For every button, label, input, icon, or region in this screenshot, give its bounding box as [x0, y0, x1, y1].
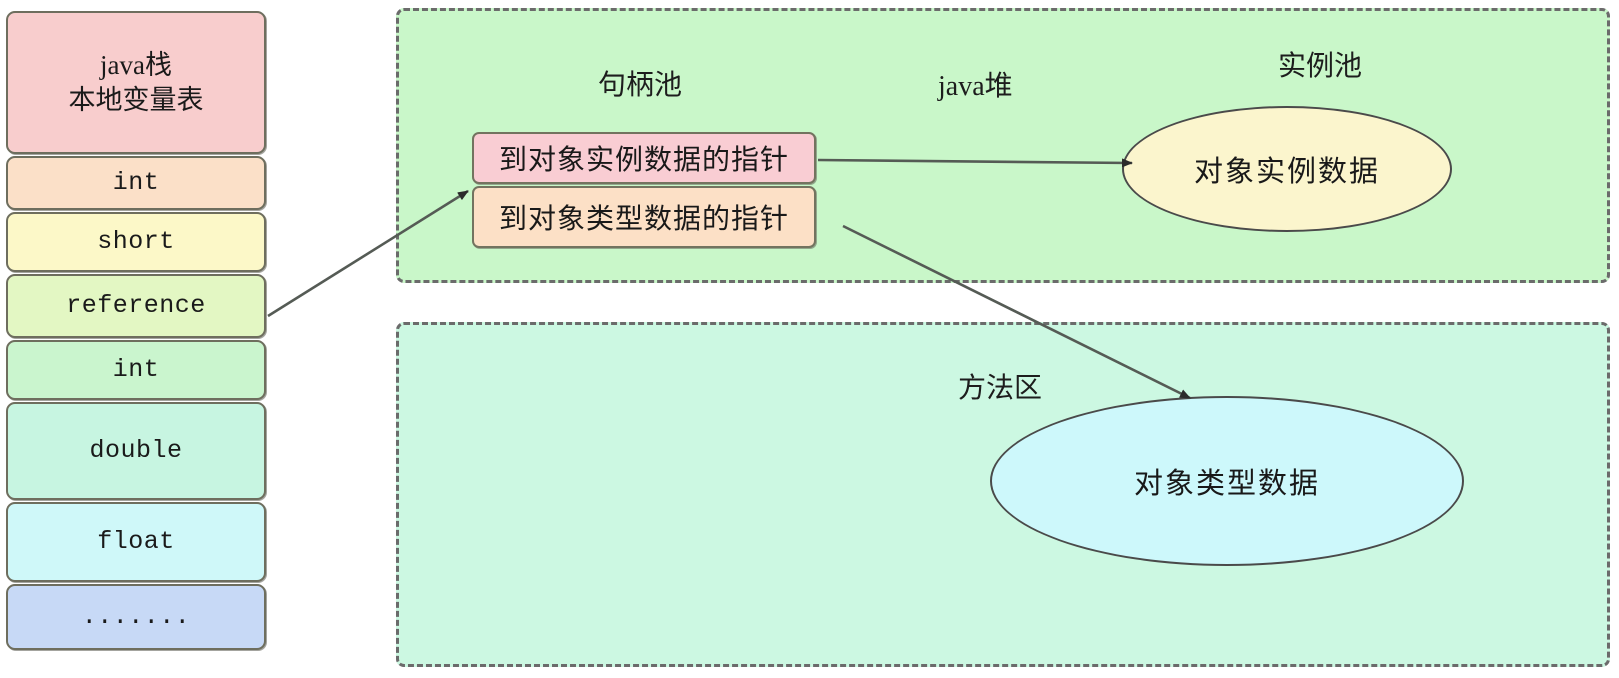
handle-pool-label: 句柄池: [598, 70, 683, 101]
object-type-data-label: 对象类型数据: [1133, 468, 1320, 500]
stack-slot-label-2: short: [97, 226, 175, 258]
stack-slot-line2-0: 本地变量表: [68, 84, 204, 115]
stack-slot-label-1: int: [113, 167, 160, 199]
handle-instance-pointer-label: 到对象实例数据的指针: [498, 145, 789, 176]
stack-slot-7[interactable]: .......: [6, 584, 266, 650]
stack-slot-line1-5: double: [89, 436, 183, 465]
stack-slot-label-0: java栈本地变量表: [69, 48, 204, 117]
handle-type-pointer-box[interactable]: 到对象类型数据的指针: [472, 186, 816, 248]
instance-pool-label: 实例池: [1278, 51, 1363, 82]
stack-slot-1[interactable]: int: [6, 156, 266, 210]
java-stack-column: java栈本地变量表 int short reference int double floa…: [6, 11, 266, 652]
stack-slot-0[interactable]: java栈本地变量表: [6, 11, 266, 154]
stack-slot-line1-3: reference: [66, 291, 206, 320]
diagram-canvas: java栈本地变量表 int short reference int double floa…: [0, 0, 1619, 678]
stack-slot-6[interactable]: float: [6, 502, 266, 582]
method-area-label: 方法区: [958, 373, 1043, 404]
stack-slot-label-4: int: [113, 354, 160, 386]
stack-slot-5[interactable]: double: [6, 402, 266, 500]
stack-slot-line1-6: float: [97, 527, 175, 556]
object-instance-data-label: 对象实例数据: [1193, 156, 1380, 188]
stack-slot-3[interactable]: reference: [6, 274, 266, 338]
stack-slot-line1-2: short: [97, 227, 175, 256]
stack-slot-label-3: reference: [66, 290, 206, 322]
stack-slot-2[interactable]: short: [6, 212, 266, 272]
stack-slot-4[interactable]: int: [6, 340, 266, 400]
java-heap-label: java堆: [938, 71, 1013, 102]
stack-slot-line1-0: java栈: [100, 49, 172, 80]
stack-slot-label-7: .......: [82, 601, 191, 633]
stack-slot-label-5: double: [89, 435, 182, 467]
handle-type-pointer-label: 到对象类型数据的指针: [498, 204, 789, 235]
object-type-data-ellipse[interactable]: 对象类型数据: [990, 396, 1464, 566]
stack-slot-line1-4: int: [112, 355, 160, 384]
object-instance-data-ellipse[interactable]: 对象实例数据: [1122, 106, 1452, 232]
handle-instance-pointer-box[interactable]: 到对象实例数据的指针: [472, 132, 816, 184]
stack-slot-line1-1: int: [112, 168, 160, 197]
stack-slot-label-6: float: [97, 526, 175, 558]
stack-slot-line1-7: .......: [81, 602, 191, 631]
